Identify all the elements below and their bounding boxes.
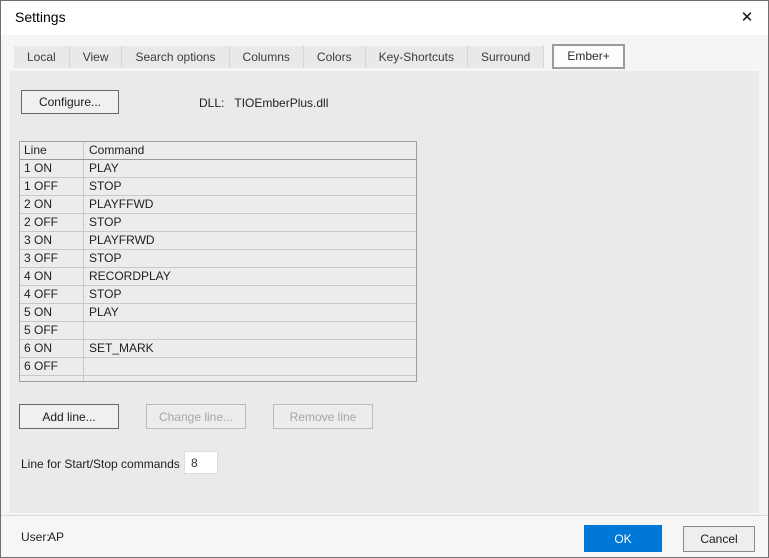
tab-search-options[interactable]: Search options (122, 46, 229, 68)
cancel-button[interactable]: Cancel (683, 526, 755, 552)
table-row[interactable]: 6 ONSET_MARK (20, 340, 416, 358)
cell-line: 1 ON (20, 160, 84, 177)
change-line-button[interactable]: Change line... (146, 404, 246, 429)
cell-line: 2 OFF (20, 214, 84, 231)
table-row[interactable]: 5 OFF (20, 322, 416, 340)
command-table: LineCommand1 ONPLAY1 OFFSTOP2 ONPLAYFFWD… (19, 141, 417, 382)
table-row[interactable]: 1 OFFSTOP (20, 178, 416, 196)
user-value: AP (48, 530, 64, 544)
cell-line: 6 OFF (20, 358, 84, 375)
footer-bar: User: AP OK Cancel (1, 516, 768, 557)
table-row[interactable]: 4 ONRECORDPLAY (20, 268, 416, 286)
startstop-label: Line for Start/Stop commands (21, 457, 180, 471)
cell-command: PLAY (84, 160, 416, 177)
cell-command: RECORDPLAY (84, 268, 416, 285)
add-line-button[interactable]: Add line... (19, 404, 119, 429)
cell-command (84, 358, 416, 375)
tab-local[interactable]: Local (14, 46, 70, 68)
table-row[interactable]: 2 ONPLAYFFWD (20, 196, 416, 214)
cell-command: STOP (84, 214, 416, 231)
tab-key-shortcuts[interactable]: Key-Shortcuts (366, 46, 468, 68)
tab-view[interactable]: View (70, 46, 123, 68)
cell-line: 4 ON (20, 268, 84, 285)
cell-line: 5 ON (20, 304, 84, 321)
cell-command (84, 376, 416, 381)
cell-line: Line (20, 142, 84, 159)
table-row[interactable]: 3 ONPLAYFRWD (20, 232, 416, 250)
cell-line: 5 OFF (20, 322, 84, 339)
table-row[interactable]: 2 OFFSTOP (20, 214, 416, 232)
ember-tab-panel: Configure... DLL: TIOEmberPlus.dll LineCo… (10, 71, 759, 513)
cell-command: SET_MARK (84, 340, 416, 357)
cell-line: 2 ON (20, 196, 84, 213)
cell-command: STOP (84, 178, 416, 195)
table-partial-row[interactable] (20, 376, 416, 381)
table-row[interactable]: 1 ONPLAY (20, 160, 416, 178)
dll-row: DLL: TIOEmberPlus.dll (199, 96, 328, 110)
cell-line (20, 376, 84, 381)
cell-command: PLAY (84, 304, 416, 321)
table-row[interactable]: 4 OFFSTOP (20, 286, 416, 304)
configure-button[interactable]: Configure... (21, 90, 119, 114)
cell-line: 6 ON (20, 340, 84, 357)
dll-label: DLL: (199, 96, 224, 110)
cell-line: 3 ON (20, 232, 84, 249)
cell-command: STOP (84, 286, 416, 303)
table-row[interactable]: 3 OFFSTOP (20, 250, 416, 268)
cell-command: PLAYFRWD (84, 232, 416, 249)
cell-line: 3 OFF (20, 250, 84, 267)
close-icon[interactable]: ✕ (734, 5, 760, 31)
tab-colors[interactable]: Colors (304, 46, 366, 68)
remove-line-button[interactable]: Remove line (273, 404, 373, 429)
cell-command: Command (84, 142, 416, 159)
cell-line: 1 OFF (20, 178, 84, 195)
cell-line: 4 OFF (20, 286, 84, 303)
dll-value: TIOEmberPlus.dll (234, 96, 328, 110)
table-header-row: LineCommand (20, 142, 416, 160)
cell-command: STOP (84, 250, 416, 267)
cell-command (84, 322, 416, 339)
startstop-input[interactable] (184, 451, 218, 474)
cell-command: PLAYFFWD (84, 196, 416, 213)
tab-bar: LocalViewSearch optionsColumnsColorsKey-… (14, 43, 625, 68)
table-row[interactable]: 6 OFF (20, 358, 416, 376)
ok-button[interactable]: OK (584, 525, 662, 552)
title-bar: Settings ✕ (1, 1, 768, 35)
tab-strip: LocalViewSearch optionsColumnsColorsKey-… (1, 35, 768, 71)
table-row[interactable]: 5 ONPLAY (20, 304, 416, 322)
tab-columns[interactable]: Columns (230, 46, 304, 68)
tab-surround[interactable]: Surround (468, 46, 544, 68)
user-label: User: (21, 530, 50, 544)
settings-dialog: Settings ✕ LocalViewSearch optionsColumn… (0, 0, 769, 558)
window-title: Settings (15, 9, 66, 25)
tab-ember-[interactable]: Ember+ (552, 44, 624, 69)
